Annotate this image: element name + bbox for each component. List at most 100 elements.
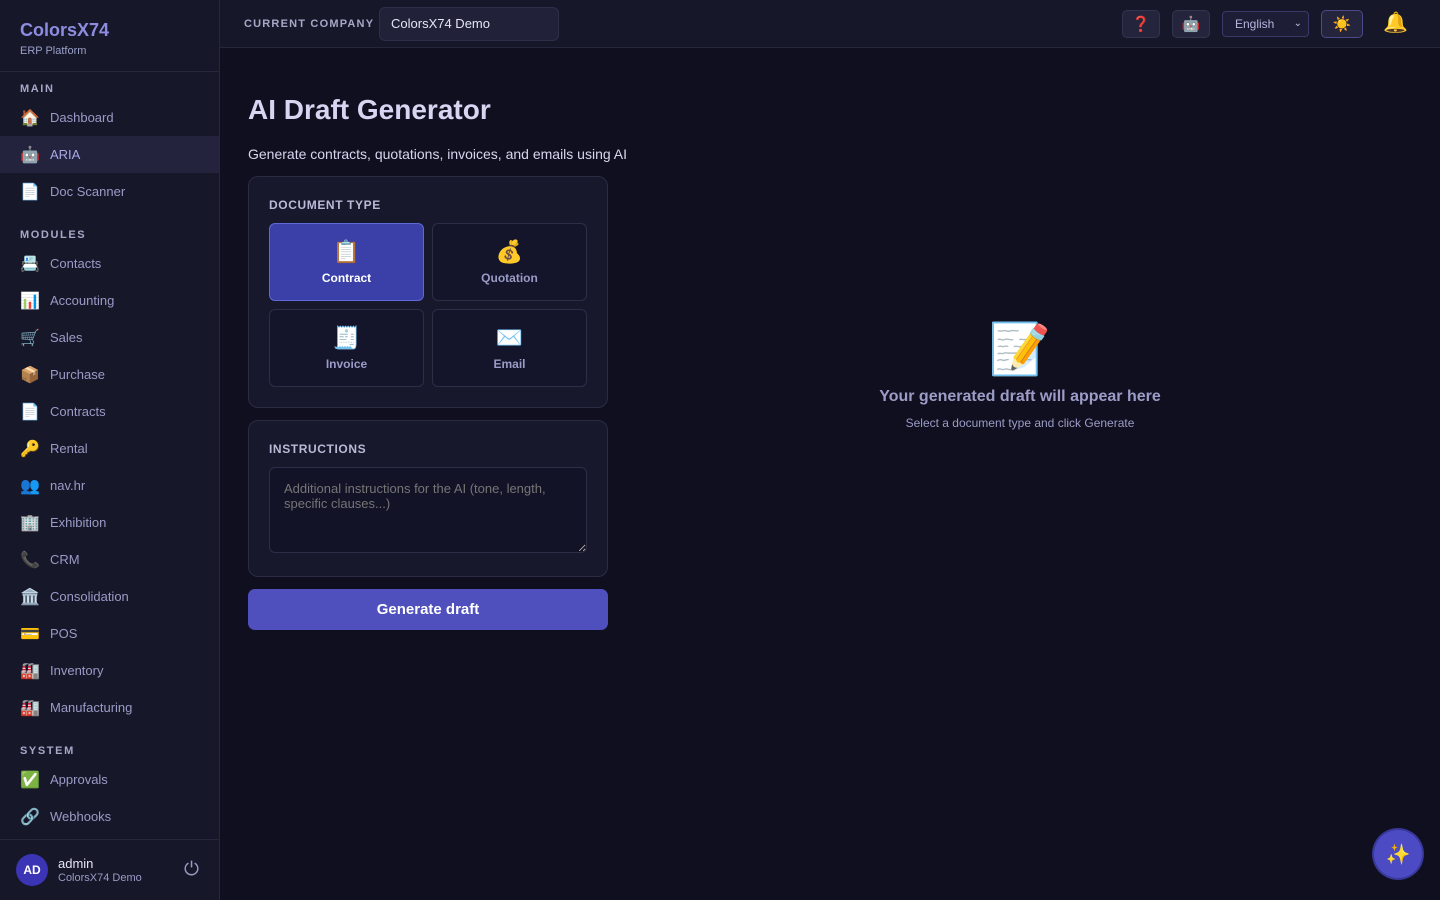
instructions-input[interactable] [269, 467, 587, 553]
page-subtitle: Generate contracts, quotations, invoices… [248, 146, 627, 162]
sidebar-item-label: Accounting [50, 293, 115, 308]
ai-assistant-fab[interactable]: ✨ [1374, 830, 1422, 878]
document-type-label: DOCUMENT TYPE [269, 198, 381, 212]
document-icon: 📄 [20, 183, 40, 201]
generate-draft-button[interactable]: Generate draft [248, 589, 608, 630]
nav-section-main: MAIN [20, 83, 55, 95]
sidebar-item-label: Consolidation [50, 589, 129, 604]
sidebar-item-hr[interactable]: 👥 nav.hr [0, 467, 219, 504]
help-button[interactable]: ❓ [1122, 10, 1160, 38]
people-icon: 👥 [20, 477, 40, 495]
sidebar-item-label: Contacts [50, 256, 102, 271]
sidebar-item-label: Approvals [50, 772, 108, 787]
sidebar-item-pos[interactable]: 💳 POS [0, 615, 219, 652]
clipboard-icon: 📋 [332, 239, 361, 264]
sun-icon: ☀️ [1332, 16, 1352, 33]
draft-empty-state: 📝 Your generated draft will appear here … [860, 320, 1180, 430]
sidebar-item-inventory[interactable]: 🏭 Inventory [0, 652, 219, 689]
assistant-button[interactable]: 🤖 [1172, 10, 1210, 38]
factory-icon: 🏭 [20, 699, 40, 717]
user-info: admin ColorsX74 Demo [58, 856, 142, 884]
sparkles-icon: ✨ [1385, 843, 1411, 866]
money-bag-icon: 💰 [495, 239, 524, 264]
sidebar-item-label: POS [50, 626, 78, 641]
office-building-icon: 🏢 [20, 514, 40, 532]
sidebar-item-label: CRM [50, 552, 80, 567]
sidebar-item-dashboard[interactable]: 🏠 Dashboard [0, 99, 219, 136]
memo-icon: 📝 [988, 321, 1052, 377]
sidebar-item-contacts[interactable]: 📇 Contacts [0, 245, 219, 282]
sidebar-item-rental[interactable]: 🔑 Rental [0, 430, 219, 467]
sidebar-item-exhibition[interactable]: 🏢 Exhibition [0, 504, 219, 541]
bar-chart-icon: 📊 [20, 292, 40, 310]
doc-type-label: Contract [321, 271, 372, 285]
classical-building-icon: 🏛️ [20, 588, 40, 606]
doc-type-email[interactable]: ✉️ Email [432, 309, 587, 387]
sidebar-item-label: Sales [50, 330, 83, 345]
nav-section-system: SYSTEM [20, 745, 75, 757]
document-icon: 📄 [20, 403, 40, 421]
home-icon: 🏠 [20, 109, 40, 127]
credit-card-icon: 💳 [20, 625, 40, 643]
sidebar-item-sales[interactable]: 🛒 Sales [0, 319, 219, 356]
user-name: admin [58, 856, 94, 871]
sidebar-item-label: Dashboard [50, 110, 114, 125]
sidebar-item-label: ARIA [50, 147, 81, 162]
document-type-card: DOCUMENT TYPE 📋 Contract 💰 Quotation 🧾 I… [248, 176, 608, 408]
key-icon: 🔑 [20, 440, 40, 458]
theme-toggle-button[interactable]: ☀️ [1321, 10, 1363, 38]
package-icon: 📦 [20, 366, 40, 384]
sidebar-item-label: Rental [50, 441, 88, 456]
doc-type-label: Email [493, 357, 526, 371]
sidebar-item-aria[interactable]: 🤖 ARIA [0, 136, 219, 173]
sidebar: ColorsX74 ERP Platform MAIN 🏠 Dashboard … [0, 0, 220, 900]
sidebar-item-purchase[interactable]: 📦 Purchase [0, 356, 219, 393]
bell-icon[interactable]: 🔔 [1383, 10, 1408, 35]
factory-icon: 🏭 [20, 662, 40, 680]
sidebar-item-label: Contracts [50, 404, 106, 419]
nav-section-modules: MODULES [20, 229, 87, 241]
page-title: AI Draft Generator [248, 94, 491, 125]
sidebar-item-crm[interactable]: 📞 CRM [0, 541, 219, 578]
doc-type-quotation[interactable]: 💰 Quotation [432, 223, 587, 301]
sidebar-item-label: Webhooks [50, 809, 112, 824]
sidebar-item-manufacturing[interactable]: 🏭 Manufacturing [0, 689, 219, 726]
empty-state-title: Your generated draft will appear here [879, 388, 1161, 405]
sidebar-item-consolidation[interactable]: 🏛️ Consolidation [0, 578, 219, 615]
card-index-icon: 📇 [20, 255, 40, 273]
question-icon: ❓ [1131, 16, 1151, 33]
sidebar-item-label: Doc Scanner [50, 184, 126, 199]
robot-icon: 🤖 [1181, 16, 1201, 33]
sidebar-item-label: Inventory [50, 663, 104, 678]
language-select[interactable]: English ⌄ [1222, 11, 1309, 37]
doc-type-label: Invoice [325, 357, 368, 371]
company-label: CURRENT COMPANY [244, 18, 375, 30]
sidebar-item-label: nav.hr [50, 478, 86, 493]
company-select[interactable]: ColorsX74 Demo [379, 7, 559, 41]
brand: ColorsX74 ERP Platform [0, 0, 219, 72]
sidebar-item-webhooks[interactable]: 🔗 Webhooks [0, 798, 219, 835]
receipt-icon: 🧾 [332, 325, 361, 350]
sidebar-item-doc-scanner[interactable]: 📄 Doc Scanner [0, 173, 219, 210]
avatar[interactable]: AD [16, 854, 48, 886]
doc-type-invoice[interactable]: 🧾 Invoice [269, 309, 424, 387]
sidebar-item-label: Purchase [50, 367, 105, 382]
instructions-card: INSTRUCTIONS [248, 420, 608, 577]
phone-icon: 📞 [20, 551, 40, 569]
sidebar-item-contracts[interactable]: 📄 Contracts [0, 393, 219, 430]
sidebar-item-label: Exhibition [50, 515, 107, 530]
sidebar-item-label: Manufacturing [50, 700, 133, 715]
sidebar-item-approvals[interactable]: ✅ Approvals [0, 761, 219, 798]
user-panel: AD admin ColorsX74 Demo ⏻ [0, 839, 219, 900]
power-icon[interactable]: ⏻ [184, 859, 199, 881]
doc-type-label: Quotation [481, 271, 538, 285]
robot-icon: 🤖 [20, 146, 40, 164]
empty-state-subtitle: Select a document type and click Generat… [905, 416, 1135, 430]
instructions-label: INSTRUCTIONS [269, 442, 367, 456]
brand-subtitle: ERP Platform [20, 45, 87, 57]
brand-name: ColorsX74 [20, 20, 110, 40]
chevron-down-icon: ⌄ [1293, 18, 1302, 29]
envelope-icon: ✉️ [495, 325, 524, 350]
doc-type-contract[interactable]: 📋 Contract [269, 223, 424, 301]
sidebar-item-accounting[interactable]: 📊 Accounting [0, 282, 219, 319]
